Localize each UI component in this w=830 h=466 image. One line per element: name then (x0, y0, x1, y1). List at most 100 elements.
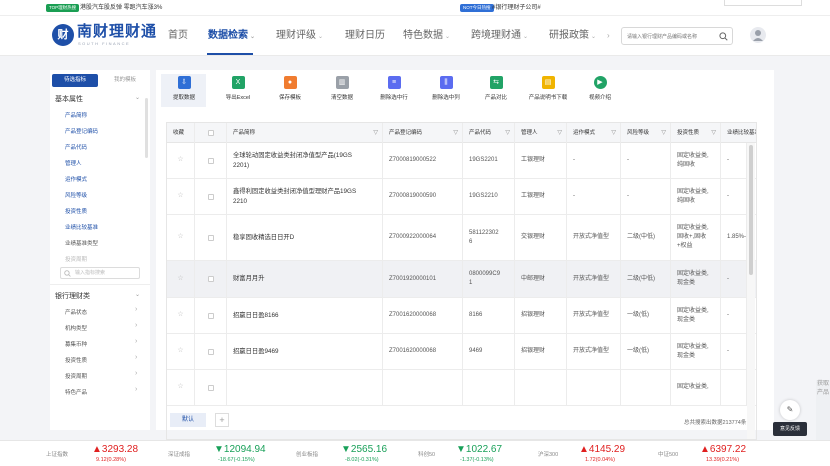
cell-line: 鑫得利固定收益类封闭净值型理财产品19GS (233, 188, 357, 196)
nav-home[interactable]: 首页 (168, 16, 188, 56)
favorite-star-icon[interactable]: ☆ (167, 143, 195, 178)
filter-category[interactable]: 投资性质 (65, 356, 87, 364)
edit-icon[interactable]: ✎ (780, 400, 800, 420)
clear-data-button[interactable]: ▥ 清空数据 (317, 75, 367, 105)
extract-data-button[interactable]: ⇩ 提取数据 (159, 75, 209, 105)
nav-calendar[interactable]: 理财日历 (345, 16, 385, 56)
compare-products-button[interactable]: ⇆ 产品对比 (471, 75, 521, 105)
nav-data-search[interactable]: 数据检索 ⌄ (208, 16, 255, 56)
delete-selected-cols-button[interactable]: ⫼ 删除选中列 (421, 75, 471, 105)
indicator-item[interactable]: 业绩比较基准 (65, 223, 98, 231)
col-operation-mode[interactable]: 运作模式 ▽ (567, 123, 621, 143)
nav-cross-border[interactable]: 跨境理财通 ⌄ (471, 16, 528, 56)
chevron-down-icon[interactable]: ⌄ (135, 94, 140, 101)
col-investment-nature[interactable]: 投资性质 ▽ (671, 123, 721, 143)
chevron-right-icon[interactable]: › (135, 306, 137, 313)
basic-attributes-section[interactable]: 基本属性 (55, 94, 83, 104)
row-checkbox[interactable] (207, 312, 214, 319)
filter-icon[interactable]: ▽ (505, 123, 510, 143)
chevron-right-icon[interactable]: › (135, 386, 137, 393)
filter-category[interactable]: 投资周期 (65, 372, 87, 380)
indicator-item[interactable]: 产品登记编码 (65, 127, 98, 135)
indicator-item[interactable]: 投资性质 (65, 207, 87, 215)
indicator-item[interactable]: 业绩基准类型 (65, 239, 98, 247)
row-checkbox[interactable] (207, 234, 214, 241)
indicator-scrollbar[interactable] (145, 98, 148, 158)
col-manager[interactable]: 管理人 ▽ (515, 123, 567, 143)
chevron-right-icon[interactable]: › (135, 370, 137, 377)
filter-category[interactable]: 机构类型 (65, 324, 87, 332)
table-row[interactable]: ☆ 财富月月升 Z7001920000101 0800099C9 1 中邮理财 开放式净值型… (167, 261, 756, 298)
filter-icon[interactable]: ▽ (611, 123, 616, 143)
row-checkbox[interactable] (207, 348, 214, 355)
filter-icon[interactable]: ▽ (557, 123, 562, 143)
tab-available-indicators[interactable]: 待选指标 (52, 74, 98, 87)
table-row[interactable]: ☆ 稳享固收精选日日开D Z7000922000064 581122302 6 交银理财 开… (167, 215, 756, 261)
table-row[interactable]: ☆ 全球轮动固定收益类封闭净值型产品(19GS 2201) Z700081900052… (167, 143, 756, 179)
nav-featured-data[interactable]: 特色数据 ⌄ (403, 16, 450, 56)
chevron-right-icon[interactable]: › (135, 322, 137, 329)
favorite-star-icon[interactable]: ☆ (167, 261, 195, 297)
add-template-button[interactable]: + (215, 413, 229, 427)
bank-wealth-section[interactable]: 银行理财类 (55, 291, 90, 301)
table-row[interactable]: ☆ 固定收益类, (167, 370, 756, 406)
nav-scroll-right-icon[interactable]: › (607, 16, 610, 56)
row-checkbox[interactable] (207, 276, 214, 282)
col-favorite[interactable]: 收藏 (167, 123, 195, 143)
product-search-input[interactable] (627, 30, 717, 43)
indicator-item[interactable]: 产品代码 (65, 143, 87, 151)
user-avatar[interactable] (750, 27, 766, 43)
table-row[interactable]: ☆ 鑫得利固定收益类封闭净值型理财产品19GS 2210 Z7000819000590… (167, 179, 756, 215)
filter-icon[interactable]: ▽ (453, 123, 458, 143)
export-excel-button[interactable]: X 导出Excel (213, 75, 263, 105)
video-intro-button[interactable]: ▶ 视频介绍 (575, 75, 625, 105)
col-select-all[interactable] (195, 123, 227, 143)
indicator-item[interactable]: 风险等级 (65, 191, 87, 199)
feedback-tooltip[interactable]: 意见反馈 (773, 422, 807, 436)
delete-selected-rows-button[interactable]: ≡ 删除选中行 (369, 75, 419, 105)
filter-icon[interactable]: ▽ (373, 123, 378, 143)
favorite-star-icon[interactable]: ☆ (167, 179, 195, 214)
indicator-item[interactable]: 产品简称 (65, 111, 87, 119)
filter-category[interactable]: 特色产品 (65, 388, 87, 396)
col-product-code[interactable]: 产品代码 ▽ (463, 123, 515, 143)
row-checkbox[interactable] (207, 157, 214, 164)
favorite-star-icon[interactable]: ☆ (167, 334, 195, 369)
ticker-trending-topic[interactable]: #银行理财子公司# (492, 4, 541, 12)
indicator-search[interactable]: 输入指标搜索 (60, 267, 140, 279)
select-all-checkbox[interactable] (207, 130, 214, 136)
chevron-right-icon[interactable]: › (135, 354, 137, 361)
ticker-headline[interactable]: 港股汽车股反弹 零跑汽车涨3% (80, 4, 162, 12)
nav-rating[interactable]: 理财评级 ⌄ (276, 16, 323, 56)
nav-research[interactable]: 研报政策 ⌄ (549, 16, 596, 56)
table-row[interactable]: ☆ 招赢日日盈8166 Z7001620000068 8166 招银理财 开放式净值型 一级… (167, 298, 756, 334)
filter-icon[interactable]: ▽ (711, 123, 716, 143)
col-risk-level[interactable]: 风险等级 ▽ (621, 123, 671, 143)
chevron-right-icon[interactable]: › (135, 338, 137, 345)
filter-category[interactable]: 募集币种 (65, 340, 87, 348)
indicator-item[interactable]: 管理人 (65, 159, 82, 167)
filter-icon[interactable]: ▽ (661, 123, 666, 143)
prospectus-download-button[interactable]: ▤ 产品说明书下载 (523, 75, 573, 105)
favorite-star-icon[interactable]: ☆ (167, 298, 195, 333)
template-tab-default[interactable]: 默认 (170, 413, 206, 427)
filter-category[interactable]: 产品状态 (65, 308, 87, 316)
save-template-button[interactable]: ● 保存模板 (265, 75, 315, 105)
indicator-item[interactable]: 运作模式 (65, 175, 87, 183)
col-product-name[interactable]: 产品简称 ▽ (227, 123, 383, 143)
indicator-item[interactable]: 投资周期 (65, 255, 87, 263)
tab-my-templates[interactable]: 我的模板 (102, 74, 148, 87)
table-scrollbar[interactable] (747, 143, 755, 439)
chevron-down-icon[interactable]: ⌄ (135, 291, 140, 298)
table-scrollbar-thumb[interactable] (749, 145, 753, 275)
favorite-star-icon[interactable]: ☆ (167, 215, 195, 260)
row-checkbox[interactable] (207, 193, 214, 200)
logo-text[interactable]: 南财理财通 (77, 24, 157, 40)
table-row[interactable]: ☆ 招赢日日盈9469 Z7001620000068 9469 招银理财 开放式净值型 一级… (167, 334, 756, 370)
col-benchmark[interactable]: 业绩比较基准 (721, 123, 756, 143)
favorite-star-icon[interactable]: ☆ (167, 370, 195, 405)
row-checkbox[interactable] (207, 384, 214, 391)
search-icon[interactable] (719, 32, 728, 41)
logo-mark[interactable]: 财 (52, 24, 74, 46)
col-registration-code[interactable]: 产品登记编码 ▽ (383, 123, 463, 143)
